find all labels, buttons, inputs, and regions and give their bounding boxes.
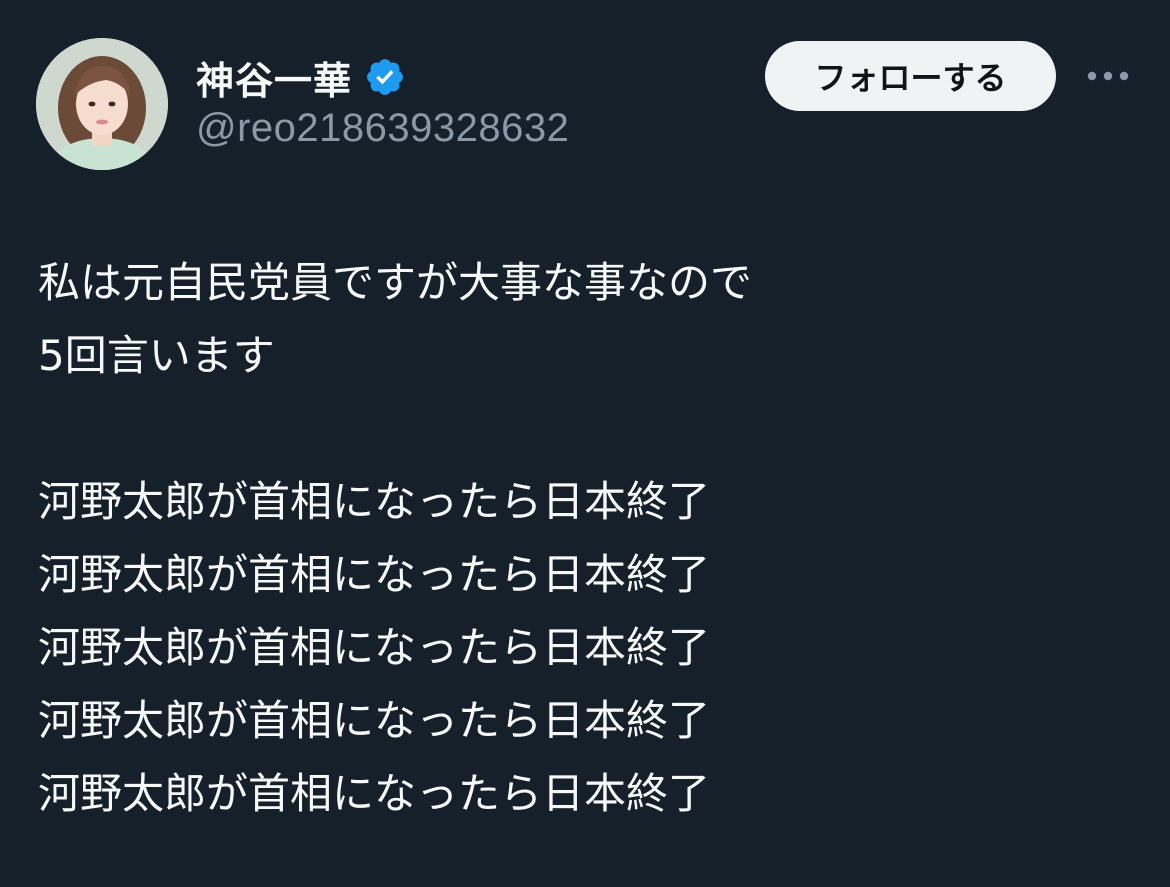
- author-name-row: 神谷一華: [196, 48, 406, 106]
- tweet-line: 河野太郎が首相になったら日本終了: [38, 550, 711, 599]
- tweet-line: 河野太郎が首相になったら日本終了: [38, 623, 711, 672]
- tweet-line: 河野太郎が首相になったら日本終了: [38, 477, 711, 526]
- follow-button[interactable]: フォローする: [765, 41, 1056, 111]
- verified-badge-icon[interactable]: [364, 56, 406, 98]
- tweet-line: 私は元自民党員ですが大事な事なので: [38, 258, 753, 307]
- profile-photo: [36, 38, 168, 170]
- tweet-line: 河野太郎が首相になったら日本終了: [38, 696, 711, 745]
- tweet-line: 5回言います: [38, 331, 275, 380]
- tweet-text: 私は元自民党員ですが大事な事なので 5回言います 河野太郎が首相になったら日本終…: [38, 246, 1138, 830]
- author-display-name[interactable]: 神谷一華: [196, 50, 352, 105]
- more-options-icon[interactable]: [1082, 56, 1134, 96]
- tweet-line: 河野太郎が首相になったら日本終了: [38, 769, 711, 818]
- paragraph-break: [38, 392, 1138, 465]
- avatar[interactable]: [36, 38, 168, 170]
- author-handle[interactable]: @reo218639328632: [196, 106, 569, 151]
